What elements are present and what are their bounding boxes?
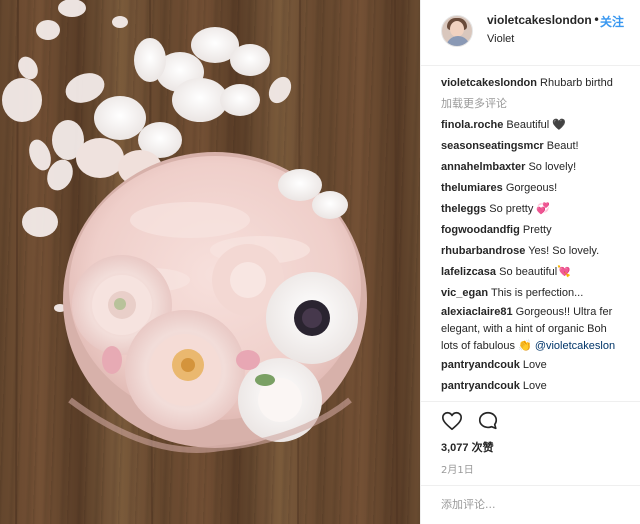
comment-text: Gorgeous! (505, 182, 558, 194)
comment-username[interactable]: pantryandcouk (441, 359, 520, 371)
follow-button[interactable]: 关注 (600, 13, 624, 30)
comment-text: So pretty 💞 (489, 203, 551, 215)
comment-item: lafelizcasa So beautiful💘 (441, 262, 640, 283)
comment-text: Love (522, 359, 547, 371)
likes-count[interactable]: 3,077 次赞 (441, 439, 494, 455)
caption-username[interactable]: violetcakeslondon (441, 77, 537, 89)
comment-text-continued: lots of fabulous 👏 @violetcakeslon (441, 338, 640, 355)
comment-text-line3: lots of fabulous 👏 (441, 340, 532, 352)
comments-list: violetcakeslondon Rhubarb birthd 加载更多评论 … (441, 73, 640, 397)
post-actions: 3,077 次赞 2月1日 (421, 401, 640, 521)
comment-item: pantryandcouk Love (441, 376, 640, 397)
add-comment-input[interactable] (441, 494, 621, 514)
comment-text-line2: elegant, with a hint of organic Boh (441, 323, 607, 335)
comment-item: fogwoodandfig Pretty (441, 220, 640, 241)
comment-text-continued: elegant, with a hint of organic Boh (441, 321, 640, 338)
post-side-panel: violetcakeslondon • 关注 Violet violetcake… (420, 0, 640, 524)
comment-username[interactable]: finola.roche (441, 119, 503, 131)
comment-username[interactable]: alexiaclaire81 (441, 306, 513, 318)
comment-text: So beautiful💘 (499, 266, 571, 278)
comment-item: theleggs So pretty 💞 (441, 199, 640, 220)
post-author-username[interactable]: violetcakeslondon (487, 13, 592, 27)
comment-text: Beaut! (546, 140, 579, 152)
comment-item: rhubarbandrose Yes! So lovely. (441, 241, 640, 262)
post-author-display-name: Violet (487, 33, 515, 45)
likes-label: 次赞 (471, 442, 494, 454)
load-more-comments-button[interactable]: 加载更多评论 (441, 94, 640, 115)
heart-outline-icon[interactable] (441, 410, 463, 432)
comment-text: Pretty (522, 224, 552, 236)
comment-text: Gorgeous!! Ultra fer (515, 306, 613, 318)
comment-text: Love (522, 380, 547, 392)
comment-username[interactable]: pantryandcouk (441, 380, 520, 392)
comment-item: thelumiares Gorgeous! (441, 178, 640, 199)
post-date: 2月1日 (441, 465, 474, 476)
comment-item: seasonseatingsmcr Beaut! (441, 136, 640, 157)
likes-number: 3,077 (441, 442, 469, 454)
comment-username[interactable]: thelumiares (441, 182, 503, 194)
comment-item: annahelmbaxter So lovely! (441, 157, 640, 178)
caption-text: Rhubarb birthd (540, 77, 613, 89)
speech-bubble-icon[interactable] (477, 410, 499, 432)
comment-text: So lovely! (528, 161, 577, 173)
comment-username[interactable]: theleggs (441, 203, 486, 215)
comment-item: finola.roche Beautiful 🖤 (441, 115, 640, 136)
post-photo[interactable] (0, 0, 420, 524)
comment-username[interactable]: rhubarbandrose (441, 245, 525, 257)
comment-item: vic_egan This is perfection... (441, 283, 640, 304)
comment-username[interactable]: annahelmbaxter (441, 161, 525, 173)
comment-username[interactable]: vic_egan (441, 287, 488, 299)
avatar[interactable] (441, 15, 473, 47)
comment-text: This is perfection... (490, 287, 584, 299)
comment-username[interactable]: lafelizcasa (441, 266, 496, 278)
comment-mention-link[interactable]: @violetcakeslon (535, 340, 615, 352)
comment-item: alexiaclaire81 Gorgeous!! Ultra fer (441, 304, 640, 321)
add-comment-bar (421, 485, 640, 522)
cake-photo-illustration (0, 0, 420, 524)
comment-text: Beautiful 🖤 (506, 119, 566, 131)
post-header: violetcakeslondon • 关注 Violet (421, 0, 640, 66)
comment-item: pantryandcouk Love (441, 355, 640, 376)
caption: violetcakeslondon Rhubarb birthd (441, 73, 640, 94)
comment-username[interactable]: fogwoodandfig (441, 224, 520, 236)
comment-text: Yes! So lovely. (528, 245, 600, 257)
comment-username[interactable]: seasonseatingsmcr (441, 140, 544, 152)
